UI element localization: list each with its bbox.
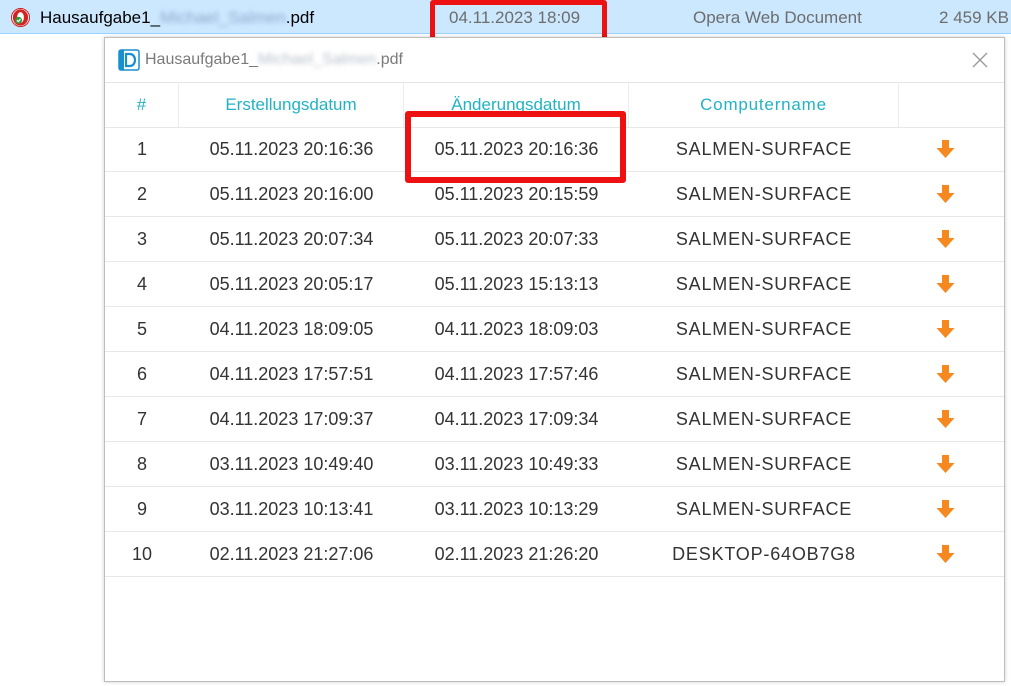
download-arrow-icon[interactable] xyxy=(935,454,956,474)
download-arrow-icon[interactable] xyxy=(935,364,956,384)
computer-name-cell: SALMEN-SURFACE xyxy=(675,229,853,249)
download-cell xyxy=(899,442,1004,487)
file-name[interactable]: Hausaufgabe1_Michael_Salmen.pdf xyxy=(40,8,314,28)
dialog-title-suffix: .pdf xyxy=(376,51,403,68)
table-row[interactable]: 10 02.11.2023 21:27:06 02.11.2023 21:26:20… xyxy=(105,532,1004,577)
download-cell xyxy=(899,217,1004,262)
modified-date-cell: 03.11.2023 10:49:33 xyxy=(434,454,599,474)
computer-name-cell: SALMEN-SURFACE xyxy=(675,364,853,384)
download-cell xyxy=(899,127,1004,172)
row-number: 7 xyxy=(136,409,147,429)
modified-date-cell: 04.11.2023 17:09:34 xyxy=(434,409,599,429)
row-number: 6 xyxy=(136,364,147,384)
column-header-computer[interactable]: Computername xyxy=(629,82,899,127)
download-arrow-icon[interactable] xyxy=(935,544,956,564)
computer-name-cell: SALMEN-SURFACE xyxy=(675,319,853,339)
row-number: 9 xyxy=(136,499,147,519)
d-logo-icon xyxy=(118,49,140,71)
download-cell xyxy=(899,262,1004,307)
column-header-actions xyxy=(899,82,1004,127)
modified-date-cell: 05.11.2023 15:13:13 xyxy=(434,274,599,294)
column-header-number[interactable]: # xyxy=(105,82,179,127)
modified-date-cell: 04.11.2023 18:09:03 xyxy=(434,319,599,339)
download-arrow-icon[interactable] xyxy=(935,229,956,249)
modified-date-cell: 03.11.2023 10:13:29 xyxy=(434,499,599,519)
file-name-prefix: Hausaufgabe1_ xyxy=(40,8,161,27)
created-date-cell: 05.11.2023 20:05:17 xyxy=(209,274,374,294)
table-row[interactable]: 4 05.11.2023 20:05:17 05.11.2023 15:13:13 S… xyxy=(105,262,1004,307)
download-arrow-icon[interactable] xyxy=(935,184,956,204)
dialog-title-redacted: Michael_Salmen xyxy=(257,51,377,68)
table-row[interactable]: 9 03.11.2023 10:13:41 03.11.2023 10:13:29 S… xyxy=(105,487,1004,532)
download-arrow-icon[interactable] xyxy=(935,409,956,429)
created-date-cell: 04.11.2023 17:09:37 xyxy=(209,409,374,429)
created-date-cell: 04.11.2023 17:57:51 xyxy=(209,364,374,384)
download-cell xyxy=(899,307,1004,352)
file-type: Opera Web Document xyxy=(693,8,862,27)
table-row[interactable]: 6 04.11.2023 17:57:51 04.11.2023 17:57:46 S… xyxy=(105,352,1004,397)
row-number: 1 xyxy=(136,139,147,159)
modified-date-cell: 04.11.2023 17:57:46 xyxy=(434,364,599,384)
download-cell xyxy=(899,172,1004,217)
download-cell xyxy=(899,532,1004,577)
dialog-titlebar: Hausaufgabe1_Michael_Salmen.pdf xyxy=(105,38,1004,83)
modified-date-cell: 05.11.2023 20:07:33 xyxy=(434,229,599,249)
opera-pdf-icon xyxy=(11,8,30,27)
download-arrow-icon[interactable] xyxy=(935,274,956,294)
file-name-suffix: .pdf xyxy=(285,8,315,27)
download-cell xyxy=(899,487,1004,532)
download-cell xyxy=(899,352,1004,397)
computer-name-cell: DESKTOP-64OB7G8 xyxy=(672,544,856,564)
created-date-cell: 05.11.2023 20:07:34 xyxy=(209,229,374,249)
created-date-cell: 05.11.2023 20:16:00 xyxy=(209,184,374,204)
computer-name-cell: SALMEN-SURFACE xyxy=(675,184,853,204)
created-date-cell: 03.11.2023 10:13:41 xyxy=(209,499,374,519)
table-row[interactable]: 8 03.11.2023 10:49:40 03.11.2023 10:49:33 S… xyxy=(105,442,1004,487)
row-number: 2 xyxy=(136,184,147,204)
highlight-box-file-date xyxy=(430,0,607,42)
table-row[interactable]: 7 04.11.2023 17:09:37 04.11.2023 17:09:34 S… xyxy=(105,397,1004,442)
computer-name-cell: SALMEN-SURFACE xyxy=(675,409,853,429)
created-date-cell: 02.11.2023 21:27:06 xyxy=(209,544,374,564)
row-number: 10 xyxy=(131,544,153,564)
table-row[interactable]: 5 04.11.2023 18:09:05 04.11.2023 18:09:03 S… xyxy=(105,307,1004,352)
dialog-title-prefix: Hausaufgabe1_ xyxy=(145,51,258,68)
table-row[interactable]: 3 05.11.2023 20:07:34 05.11.2023 20:07:33 S… xyxy=(105,217,1004,262)
dialog-title: Hausaufgabe1_Michael_Salmen.pdf xyxy=(145,51,403,69)
modified-date-cell: 02.11.2023 21:26:20 xyxy=(434,544,599,564)
computer-name-cell: SALMEN-SURFACE xyxy=(675,274,853,294)
column-header-created[interactable]: Erstellungsdatum xyxy=(179,82,404,127)
computer-name-cell: SALMEN-SURFACE xyxy=(675,139,853,159)
row-number: 3 xyxy=(136,229,147,249)
download-arrow-icon[interactable] xyxy=(935,139,956,159)
created-date-cell: 05.11.2023 20:16:36 xyxy=(209,139,374,159)
highlight-box-modified-date xyxy=(405,111,626,183)
file-size: 2 459 KB xyxy=(939,8,1009,27)
created-date-cell: 03.11.2023 10:49:40 xyxy=(209,454,374,474)
created-date-cell: 04.11.2023 18:09:05 xyxy=(209,319,374,339)
download-arrow-icon[interactable] xyxy=(935,499,956,519)
computer-name-cell: SALMEN-SURFACE xyxy=(675,499,853,519)
download-arrow-icon[interactable] xyxy=(935,319,956,339)
download-cell xyxy=(899,397,1004,442)
row-number: 4 xyxy=(136,274,147,294)
row-number: 8 xyxy=(136,454,147,474)
row-number: 5 xyxy=(136,319,147,339)
redacted-name: Michael_Salmen xyxy=(160,8,286,27)
close-icon[interactable] xyxy=(970,50,990,70)
computer-name-cell: SALMEN-SURFACE xyxy=(675,454,853,474)
